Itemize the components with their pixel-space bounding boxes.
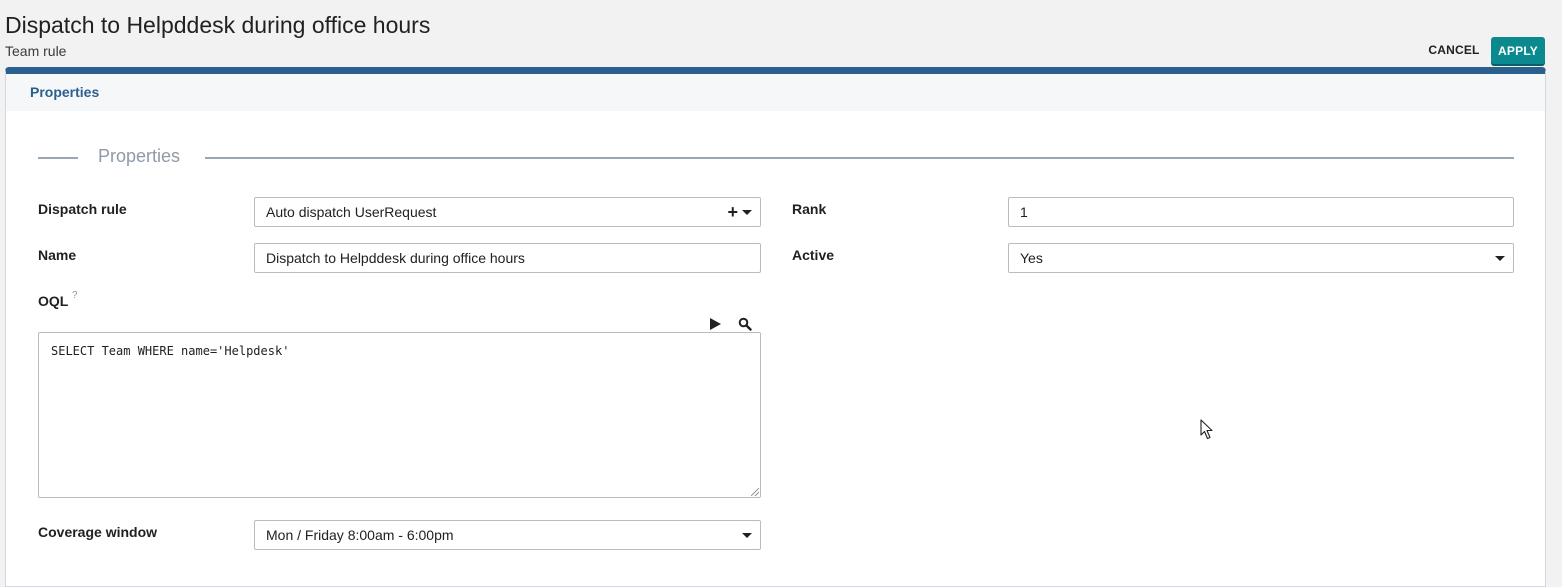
- cancel-button[interactable]: CANCEL: [1422, 37, 1486, 63]
- oql-textarea[interactable]: SELECT Team WHERE name='Helpdesk': [38, 332, 761, 498]
- dispatch-rule-label: Dispatch rule: [38, 201, 127, 217]
- oql-label: OQL: [38, 293, 69, 309]
- active-select[interactable]: Yes: [1008, 243, 1514, 273]
- apply-button[interactable]: APPLY: [1491, 37, 1545, 64]
- rank-input[interactable]: 1: [1008, 197, 1514, 227]
- mouse-cursor-icon: [1200, 419, 1213, 440]
- fieldset-divider-right: [205, 157, 1514, 159]
- dispatch-rule-select[interactable]: Auto dispatch UserRequest +: [254, 197, 761, 227]
- dispatch-rule-value: Auto dispatch UserRequest: [266, 204, 437, 220]
- fieldset-divider-left: [38, 157, 78, 159]
- rank-value: 1: [1020, 204, 1028, 220]
- active-label: Active: [792, 247, 835, 263]
- chevron-down-icon[interactable]: [742, 533, 752, 538]
- oql-value: SELECT Team WHERE name='Helpdesk': [51, 344, 290, 358]
- resize-grip-icon[interactable]: [751, 488, 759, 496]
- plus-icon[interactable]: +: [727, 203, 738, 221]
- page-subtitle: Team rule: [5, 43, 67, 59]
- coverage-window-select[interactable]: Mon / Friday 8:00am - 6:00pm: [254, 520, 761, 550]
- fieldset-legend: Properties: [98, 146, 181, 166]
- coverage-window-label: Coverage window: [38, 524, 158, 540]
- tab-properties[interactable]: Properties: [30, 84, 99, 100]
- properties-panel: Properties Properties Dispatch rule Auto…: [5, 67, 1546, 587]
- name-input[interactable]: Dispatch to Helpddesk during office hour…: [254, 243, 761, 273]
- chevron-down-icon[interactable]: [742, 210, 752, 215]
- rank-label: Rank: [792, 201, 827, 217]
- tab-bar: Properties: [6, 74, 1545, 111]
- play-icon[interactable]: [710, 318, 721, 330]
- search-icon[interactable]: [738, 317, 752, 331]
- chevron-down-icon[interactable]: [1495, 256, 1505, 261]
- coverage-window-value: Mon / Friday 8:00am - 6:00pm: [266, 527, 454, 543]
- active-value: Yes: [1020, 250, 1043, 266]
- page-title: Dispatch to Helpddesk during office hour…: [5, 12, 431, 38]
- name-label: Name: [38, 247, 77, 263]
- name-value: Dispatch to Helpddesk during office hour…: [266, 250, 525, 266]
- oql-help-icon[interactable]: ?: [72, 290, 78, 301]
